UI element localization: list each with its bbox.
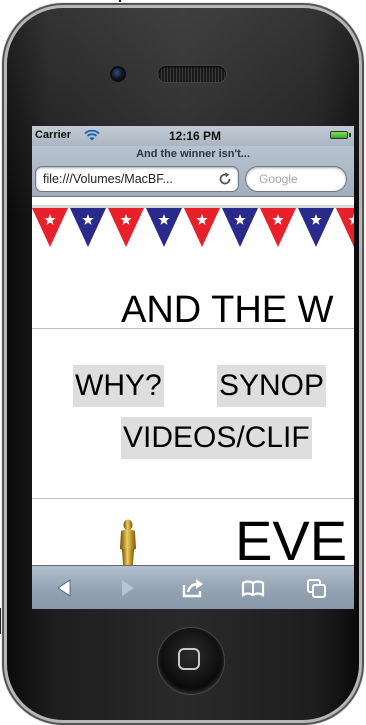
browser-toolbar <box>32 565 354 609</box>
search-placeholder: Google <box>259 172 298 186</box>
headline: AND THE W <box>121 289 334 331</box>
tabs-icon[interactable] <box>304 576 330 600</box>
nav-link-synopsis[interactable]: SYNOP <box>217 365 327 407</box>
battery-tip <box>349 133 351 137</box>
search-field[interactable]: Google <box>245 166 347 192</box>
home-square-icon <box>178 648 200 670</box>
browser-nav-bar: And the winner isn't... file:///Volumes/… <box>32 146 354 197</box>
phone-screen: Carrier 12:16 PM And the winner isn't...… <box>32 126 354 609</box>
bunting-pennant <box>260 208 296 247</box>
bunting-pennant <box>184 208 220 247</box>
bunting-pennant <box>108 208 144 247</box>
bunting-pennant <box>336 208 354 247</box>
wifi-icon <box>84 129 100 141</box>
divider <box>32 498 354 499</box>
bookmarks-icon[interactable] <box>240 576 266 600</box>
oscar-statuette-icon <box>120 519 136 565</box>
carrier-label: Carrier <box>35 129 72 141</box>
nav-link-videos[interactable]: VIDEOS/CLIF <box>121 417 312 459</box>
bunting-pennant <box>222 208 258 247</box>
bunting-pennant <box>146 208 182 247</box>
address-field[interactable]: file:///Volumes/MacBF... <box>35 166 239 192</box>
bunting-pennant <box>70 208 106 247</box>
nav-link-why[interactable]: WHY? <box>73 365 164 407</box>
reload-icon[interactable] <box>217 171 233 187</box>
divider <box>32 328 354 329</box>
front-camera-icon <box>112 68 124 80</box>
bunting-pennant <box>298 208 334 247</box>
address-text: file:///Volumes/MacBF... <box>43 172 173 186</box>
background-line <box>0 608 3 634</box>
forward-arrow-icon[interactable] <box>114 576 140 600</box>
battery-icon <box>330 131 348 139</box>
star-bunting-banner <box>32 205 354 247</box>
back-arrow-icon[interactable] <box>52 576 78 600</box>
bunting-pennant <box>32 208 68 247</box>
status-bar: Carrier 12:16 PM <box>32 126 354 146</box>
web-content: AND THE W WHY? SYNOP VIDEOS/CLIF EVE <box>32 197 354 565</box>
section-heading: EVE <box>235 509 348 566</box>
share-icon[interactable] <box>180 576 206 600</box>
earpiece-speaker <box>158 66 226 82</box>
page-title: And the winner isn't... <box>136 148 250 160</box>
status-time: 12:16 PM <box>168 129 222 143</box>
